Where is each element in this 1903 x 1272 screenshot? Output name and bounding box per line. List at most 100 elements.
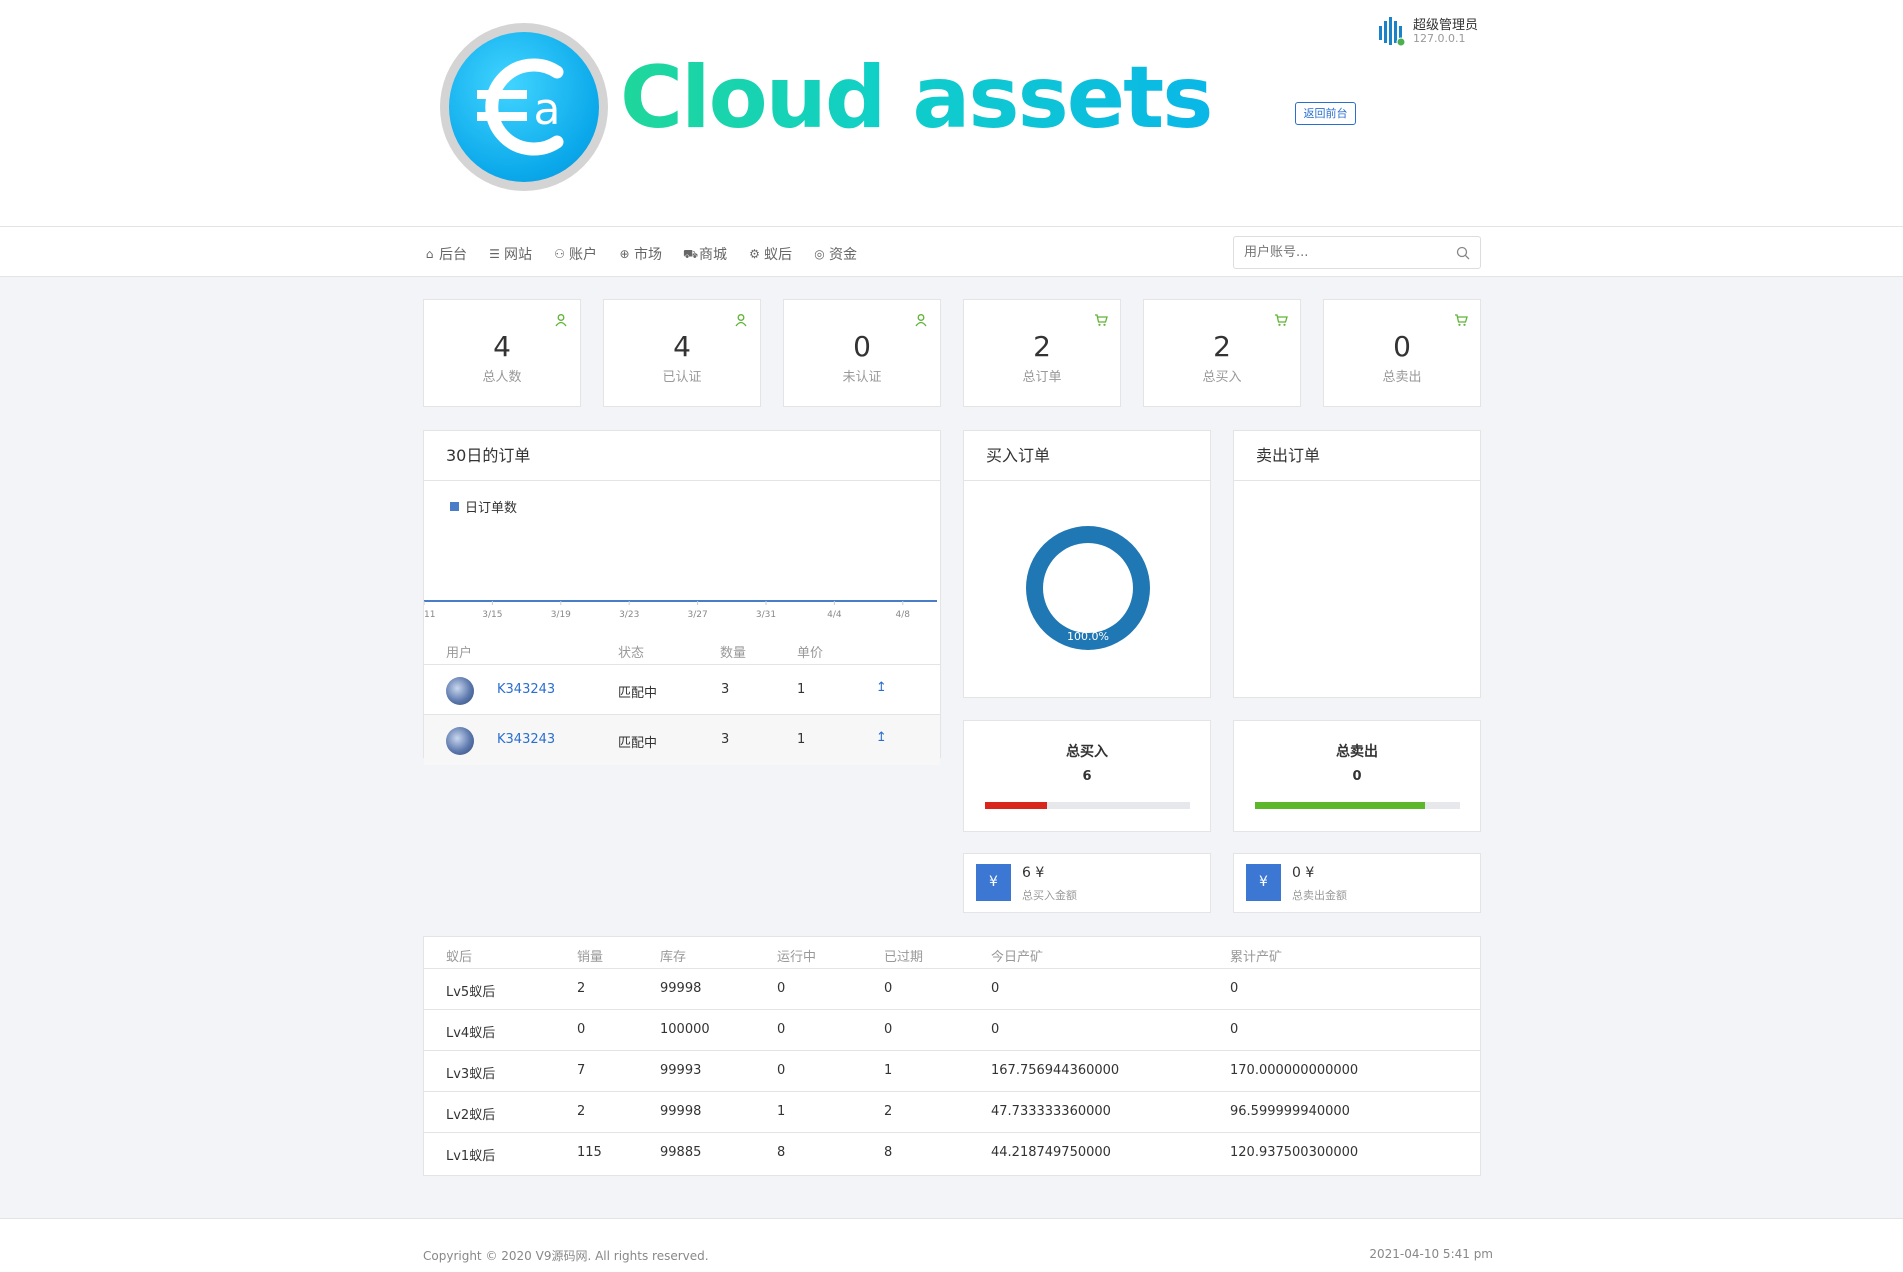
- stat-label: 总买入: [1202, 370, 1242, 385]
- yen-icon: ¥: [1246, 864, 1281, 901]
- stat-value: 2: [1033, 330, 1051, 363]
- search-icon[interactable]: [1456, 246, 1470, 260]
- x-tick-label: 3/23: [619, 610, 639, 620]
- brand-logo[interactable]: a: [440, 23, 608, 191]
- cell: 0: [777, 981, 786, 996]
- table-row: Lv4蚁后 0 100000 0 0 0 0: [424, 1010, 1480, 1051]
- nav-label: 市场: [634, 247, 662, 263]
- stat-label: 已认证: [662, 370, 702, 385]
- stat-card-total-orders: 2 总订单: [963, 299, 1121, 407]
- brand-title: Cloud assets: [620, 48, 1213, 148]
- total-buy-progress: [985, 802, 1190, 809]
- table-row: Lv3蚁后 7 99993 0 1 167.756944360000 170.0…: [424, 1051, 1480, 1092]
- back-to-frontend-button[interactable]: 返回前台: [1295, 102, 1356, 125]
- cell: Lv4蚁后: [446, 1026, 496, 1041]
- search-input[interactable]: [1234, 237, 1444, 268]
- cell: 47.733333360000: [991, 1104, 1111, 1119]
- cell: 0: [991, 1022, 1000, 1037]
- total-buy-title: 总买入: [1066, 744, 1108, 760]
- amount-value: 0 ¥: [1292, 865, 1315, 881]
- cell: 0: [777, 1063, 786, 1078]
- nav-item-accounts[interactable]: ⚇ 账户: [553, 244, 597, 264]
- admin-ip: 127.0.0.1: [1413, 32, 1466, 45]
- stat-card-total-users: 4 总人数: [423, 299, 581, 407]
- col-today-output: 今日产矿: [991, 950, 1044, 965]
- nav-item-dashboard[interactable]: ⌂ 后台: [423, 244, 467, 264]
- cell: Lv2蚁后: [446, 1108, 496, 1123]
- nav-label: 蚁后: [764, 247, 792, 263]
- col-price: 单价: [797, 646, 824, 661]
- header: a Cloud assets 超级管理员 127.0.0.1 返回前台: [0, 0, 1903, 227]
- stat-card-unverified: 0 未认证: [783, 299, 941, 407]
- cell: 8: [884, 1145, 893, 1160]
- cart-icon: [1095, 314, 1108, 326]
- cell: Lv5蚁后: [446, 985, 496, 1000]
- cell: 0: [1230, 1022, 1239, 1037]
- col-stock: 库存: [660, 950, 687, 965]
- legend-swatch: [450, 502, 459, 511]
- share-icon[interactable]: ↥: [876, 730, 887, 745]
- cell: 120.937500300000: [1230, 1145, 1359, 1160]
- table-header: 蚁后 销量 库存 运行中 已过期 今日产矿 累计产矿: [424, 937, 1480, 969]
- cell: 0: [1230, 981, 1239, 996]
- cart-icon: ⛟: [683, 246, 699, 261]
- table-row: Lv1蚁后 115 99885 8 8 44.218749750000 120.…: [424, 1133, 1480, 1174]
- stat-label: 未认证: [842, 370, 882, 385]
- user-icon: [915, 314, 927, 327]
- progress-fill: [985, 802, 1047, 809]
- amount-label: 总买入金额: [1022, 889, 1077, 902]
- x-tick-label: 3/15: [482, 610, 502, 620]
- cart-icon: [1455, 314, 1468, 326]
- progress-fill: [1255, 802, 1426, 809]
- order-status: 匹配中: [618, 686, 658, 701]
- share-icon[interactable]: ↥: [876, 680, 887, 695]
- queen-mining-table: 蚁后 销量 库存 运行中 已过期 今日产矿 累计产矿 Lv5蚁后 2 99998…: [423, 936, 1481, 1176]
- x-tick-label: 3/27: [687, 610, 707, 620]
- cell: 0: [884, 1022, 893, 1037]
- total-sell-amount-card: ¥ 0 ¥ 总卖出金额: [1233, 853, 1481, 913]
- total-sell-progress: [1255, 802, 1460, 809]
- cell: 0: [884, 981, 893, 996]
- cell: 99998: [660, 1104, 702, 1119]
- nav-item-market[interactable]: ⊕ 市场: [618, 244, 662, 264]
- orders-30day-panel: 30日的订单 日订单数 11 3/15 3/19 3/23 3/27 3/31 4/4 4/8…: [423, 430, 941, 765]
- cell: 167.756944360000: [991, 1063, 1120, 1078]
- stat-value: 4: [673, 330, 691, 363]
- money-icon: ◎: [814, 246, 825, 261]
- nav-label: 网站: [504, 247, 532, 263]
- cell: 0: [577, 1022, 586, 1037]
- buy-donut-chart: 100.0%: [1026, 526, 1150, 650]
- x-tick-label: 4/4: [827, 610, 842, 620]
- stat-label: 总订单: [1022, 370, 1062, 385]
- order-user-link[interactable]: K343243: [497, 682, 555, 697]
- x-tick-label: 4/8: [896, 610, 911, 620]
- nav-item-website[interactable]: ☰ 网站: [488, 244, 532, 264]
- stat-card-total-buy: 2 总买入: [1143, 299, 1301, 407]
- stat-value: 2: [1213, 330, 1231, 363]
- cell: Lv3蚁后: [446, 1067, 496, 1082]
- col-running: 运行中: [777, 950, 817, 965]
- panel-title: 30日的订单: [424, 431, 940, 481]
- order-user-link[interactable]: K343243: [497, 732, 555, 747]
- col-sales: 销量: [577, 950, 604, 965]
- nav-item-queen[interactable]: ⚙ 蚁后: [748, 244, 792, 264]
- col-queen: 蚁后: [446, 950, 473, 965]
- x-tick-label: 11: [424, 610, 435, 620]
- home-icon: ⌂: [425, 246, 434, 261]
- user-search: [1233, 236, 1481, 269]
- user-icon: [555, 314, 567, 327]
- copyright: Copyright © 2020 V9源码网. All rights reser…: [423, 1249, 709, 1263]
- col-total-output: 累计产矿: [1230, 950, 1283, 965]
- table-row: Lv5蚁后 2 99998 0 0 0 0: [424, 969, 1480, 1010]
- footer-time: 2021-04-10 5:41 pm: [1369, 1247, 1493, 1261]
- list-icon: ☰: [489, 246, 500, 261]
- nav-label: 账户: [569, 247, 597, 263]
- nav-item-funds[interactable]: ◎ 资金: [813, 244, 857, 264]
- panel-title: 卖出订单: [1234, 431, 1480, 481]
- buy-orders-panel: 买入订单 100.0%: [963, 430, 1211, 698]
- table-row: K343243 匹配中 3 1 ↥: [424, 665, 940, 715]
- col-expired: 已过期: [884, 950, 924, 965]
- chart-legend[interactable]: 日订单数: [450, 497, 517, 516]
- cell: 170.000000000000: [1230, 1063, 1359, 1078]
- nav-item-shop[interactable]: ⛟ 商城: [683, 244, 727, 264]
